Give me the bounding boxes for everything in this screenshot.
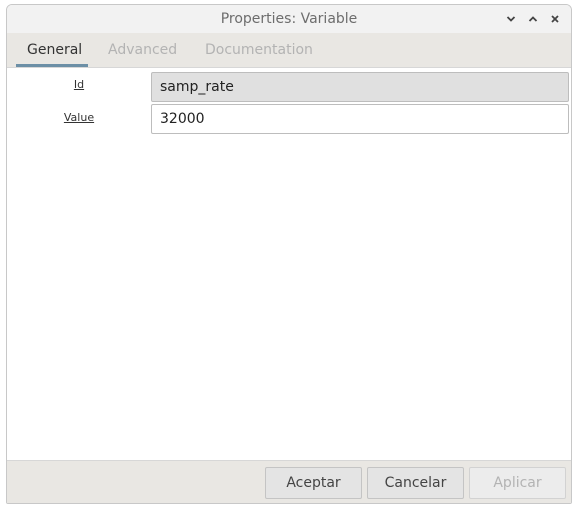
general-tab-panel: Id samp_rate Value: [7, 67, 571, 460]
maximize-button[interactable]: [525, 11, 541, 27]
cancel-button[interactable]: Cancelar: [367, 467, 464, 499]
accept-button[interactable]: Aceptar: [265, 467, 362, 499]
minimize-button[interactable]: [503, 11, 519, 27]
chevron-down-icon: [506, 16, 516, 22]
value-input[interactable]: [151, 104, 569, 134]
close-icon: [551, 15, 559, 23]
tab-general[interactable]: General: [27, 33, 82, 67]
tab-documentation[interactable]: Documentation: [205, 33, 313, 67]
window-title: Properties: Variable: [220, 11, 358, 27]
button-bar: Aceptar Cancelar Aplicar: [7, 460, 571, 503]
close-button[interactable]: [547, 11, 563, 27]
chevron-up-icon: [528, 16, 538, 22]
tab-bar: General Advanced Documentation: [7, 33, 571, 67]
tab-advanced[interactable]: Advanced: [108, 33, 177, 67]
value-label: Value: [63, 111, 95, 124]
properties-dialog: Properties: Variable General Advanced Do…: [6, 4, 572, 504]
apply-button[interactable]: Aplicar: [469, 467, 566, 499]
title-bar[interactable]: Properties: Variable: [7, 5, 571, 33]
id-field: samp_rate: [151, 72, 569, 102]
id-label: Id: [73, 78, 85, 91]
